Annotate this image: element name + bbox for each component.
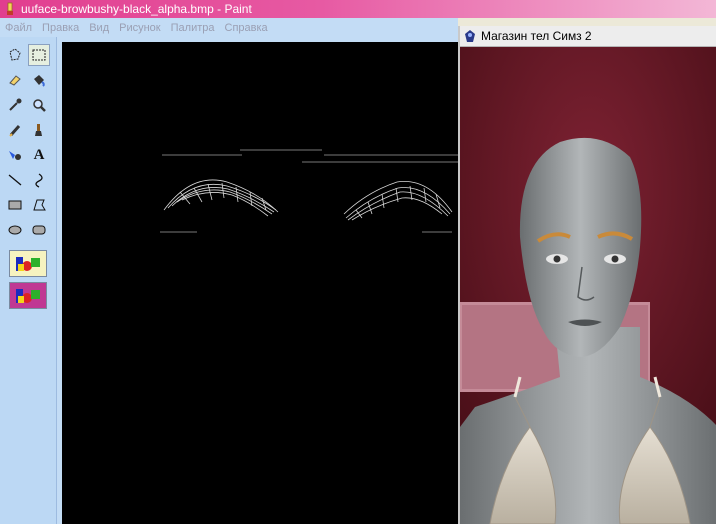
transparent-option-icon[interactable] <box>9 250 47 277</box>
right-eyebrow-shape <box>343 180 453 221</box>
menu-image[interactable]: Рисунок <box>114 22 166 34</box>
airbrush-icon[interactable] <box>4 144 26 166</box>
magnifier-icon[interactable] <box>28 94 50 116</box>
rounded-rect-tool-icon[interactable] <box>28 219 50 241</box>
drawing-canvas[interactable] <box>62 42 458 524</box>
paint-icon <box>3 2 17 16</box>
menu-edit[interactable]: Правка <box>37 22 84 34</box>
toolbox: A <box>0 37 57 524</box>
window-title: uuface-browbushy-black_alpha.bmp - Paint <box>21 2 252 16</box>
paint-title-bar: uuface-browbushy-black_alpha.bmp - Paint <box>0 0 716 18</box>
sims-body-shop-window: Магазин тел Симз 2 <box>458 26 716 524</box>
left-eyebrow-shape <box>163 179 279 217</box>
color-picker-icon[interactable] <box>4 94 26 116</box>
brush-icon[interactable] <box>28 119 50 141</box>
curve-tool-icon[interactable] <box>28 169 50 191</box>
pencil-icon[interactable] <box>4 119 26 141</box>
ellipse-tool-icon[interactable] <box>4 219 26 241</box>
menu-view[interactable]: Вид <box>84 22 114 34</box>
polygon-tool-icon[interactable] <box>28 194 50 216</box>
sims-icon <box>463 29 477 43</box>
line-tool-icon[interactable] <box>4 169 26 191</box>
sims-title-bar: Магазин тел Симз 2 <box>460 26 716 47</box>
text-tool-icon[interactable]: A <box>28 144 50 166</box>
opaque-option-icon[interactable] <box>9 282 47 309</box>
text-tool-glyph: A <box>33 146 45 163</box>
rect-select-icon[interactable] <box>28 44 50 66</box>
free-select-icon[interactable] <box>4 44 26 66</box>
menu-bar: Файл Правка Вид Рисунок Палитра Справка <box>0 18 458 37</box>
menu-help[interactable]: Справка <box>220 22 273 34</box>
canvas-area <box>57 37 458 524</box>
rectangle-tool-icon[interactable] <box>4 194 26 216</box>
sims-window-title: Магазин тел Симз 2 <box>481 29 592 43</box>
fill-bucket-icon[interactable] <box>28 69 50 91</box>
menu-file[interactable]: Файл <box>0 22 37 34</box>
menu-colors[interactable]: Палитра <box>166 22 220 34</box>
eraser-icon[interactable] <box>4 69 26 91</box>
sims-preview-viewport[interactable] <box>460 47 716 524</box>
